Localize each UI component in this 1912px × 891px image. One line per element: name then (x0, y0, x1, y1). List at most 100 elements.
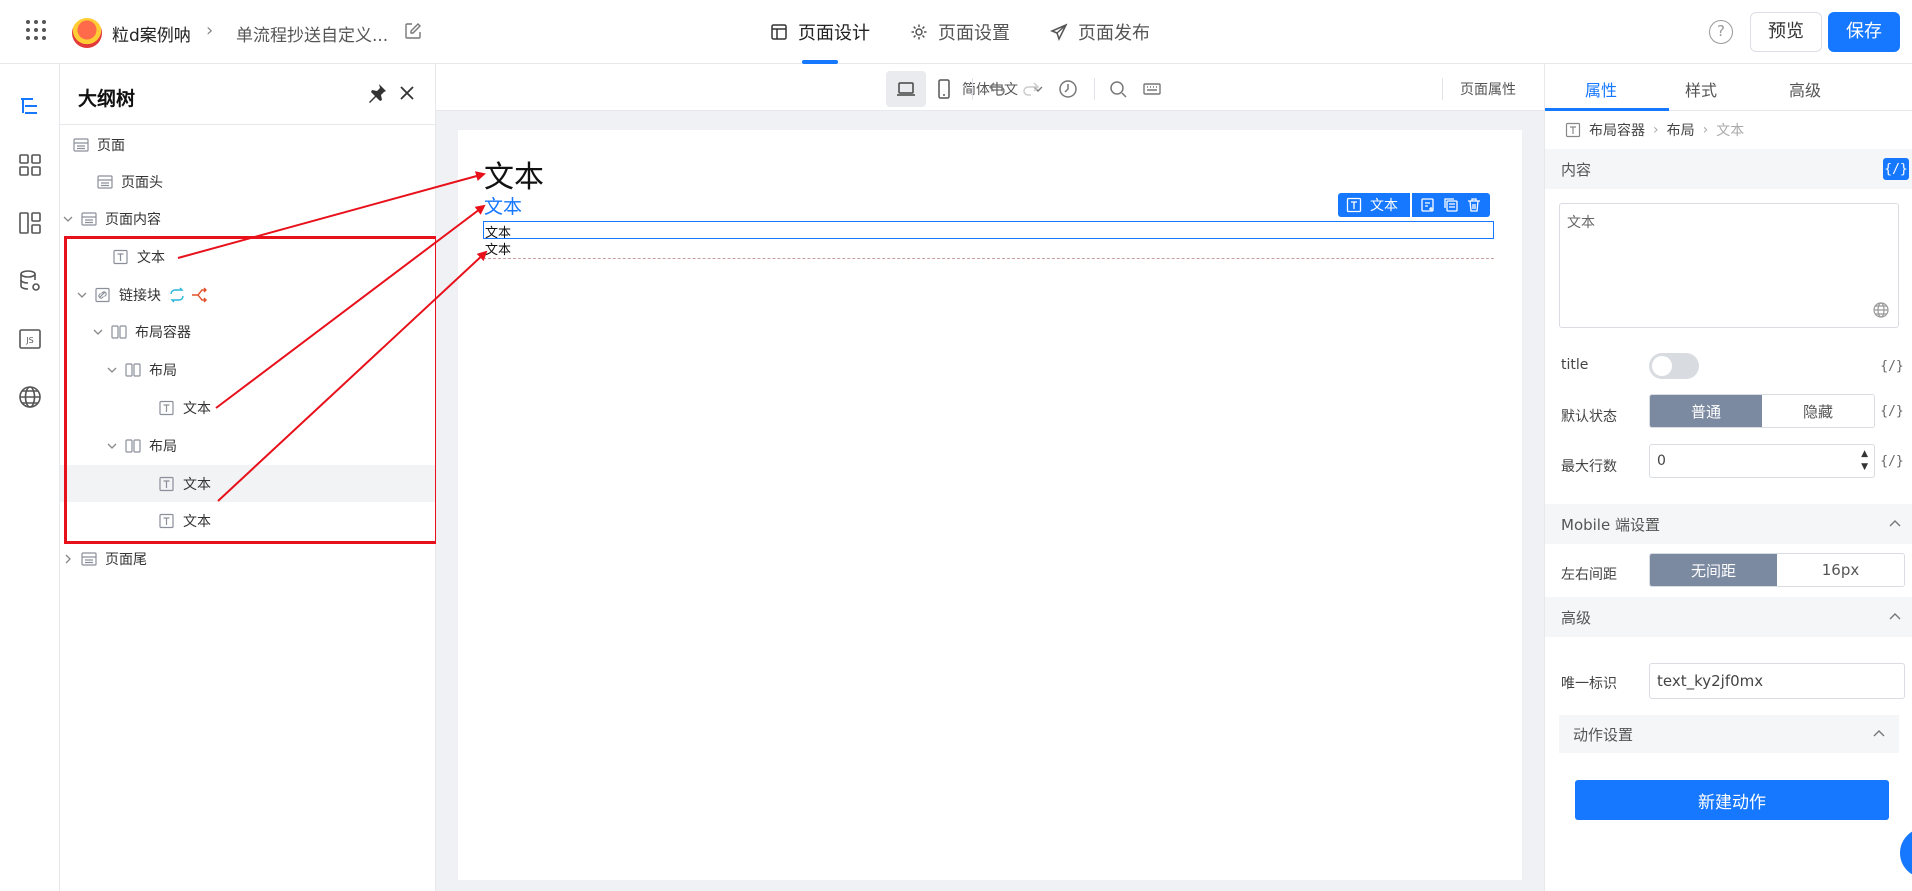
max-lines-input[interactable]: 0 ▲ ▼ (1649, 444, 1875, 478)
app-name[interactable]: 粒d案例呐 (112, 21, 191, 46)
chevron-right-icon: › (1702, 122, 1709, 138)
tree-node-label: 布局 (149, 362, 177, 379)
chevron-down-icon[interactable] (60, 211, 76, 227)
tree-node[interactable]: 布局容器 (60, 313, 436, 350)
uid-input[interactable]: text_ky2jf0mx (1649, 663, 1905, 699)
desktop-icon (897, 82, 915, 96)
segment-normal[interactable]: 普通 (1650, 395, 1762, 427)
tab-page-settings[interactable]: 页面设置 (910, 19, 1010, 45)
canvas-page[interactable]: 文本 文本 文本 文本 文本 (458, 130, 1522, 880)
undo-button[interactable] (976, 71, 1016, 107)
tab-page-publish[interactable]: 页面发布 (1050, 19, 1150, 45)
variable-binding-button[interactable]: {/} (1879, 400, 1905, 422)
canvas-text-row[interactable]: 文本 (485, 239, 511, 258)
templates-icon[interactable] (17, 210, 43, 236)
segment-hidden[interactable]: 隐藏 (1762, 395, 1874, 427)
selection-label[interactable]: 文本 (1338, 193, 1410, 217)
chevron-down-icon[interactable] (90, 324, 106, 340)
segment-no-padding[interactable]: 无间距 (1650, 554, 1777, 586)
tree-node[interactable]: 页面内容 (60, 200, 436, 237)
selection-label-text: 文本 (1370, 198, 1398, 214)
copy-icon[interactable] (1443, 197, 1459, 213)
add-component-icon[interactable] (1420, 197, 1436, 213)
chevron-down-icon[interactable] (104, 362, 120, 378)
page-attributes-button[interactable]: 页面属性 (1460, 79, 1516, 99)
mobile-view-button[interactable] (924, 71, 964, 107)
tree-node-label: 页面 (97, 137, 125, 154)
redo-button[interactable] (1012, 71, 1052, 107)
page-name[interactable]: 单流程抄送自定义... (236, 21, 388, 46)
tree-node[interactable]: 布局 (60, 351, 436, 388)
tree-node[interactable]: 文本 (60, 238, 436, 275)
pin-icon[interactable] (366, 82, 388, 104)
variable-binding-button[interactable]: {/} (1879, 450, 1905, 472)
tree-node[interactable]: 页面 (60, 126, 436, 163)
chevron-down-icon[interactable] (104, 438, 120, 454)
history-button[interactable] (1048, 71, 1088, 107)
tree-node-label: 页面尾 (105, 551, 147, 568)
breadcrumb-item[interactable]: 布局容器 (1589, 120, 1645, 140)
tab-page-design[interactable]: 页面设计 (770, 19, 870, 45)
keyboard-button[interactable] (1132, 71, 1172, 107)
tree-node[interactable]: 布局 (60, 427, 436, 464)
chevron-right-icon: › (1653, 122, 1659, 138)
app-grid-icon[interactable] (26, 20, 50, 44)
page-icon (80, 211, 105, 227)
title-toggle[interactable] (1649, 353, 1699, 379)
chevron-right-icon: › (206, 20, 214, 41)
variable-binding-button[interactable]: {/} (1883, 158, 1909, 180)
variable-binding-button[interactable]: {/} (1879, 355, 1905, 377)
tree-node[interactable]: 链接块 (60, 276, 436, 313)
chevron-down-icon[interactable] (74, 287, 90, 303)
tab-style[interactable]: 样式 (1685, 77, 1717, 101)
uid-label: 唯一标识 (1561, 676, 1617, 692)
content-textarea[interactable]: 文本 (1559, 203, 1899, 328)
tree-node[interactable]: 文本 (60, 389, 436, 426)
advanced-section-header[interactable]: 高级 (1545, 597, 1912, 637)
datasource-icon[interactable] (17, 268, 43, 294)
chevron-up-icon (1889, 613, 1901, 620)
tree-node[interactable]: 文本 (60, 502, 436, 539)
tree-node[interactable]: 页面头 (60, 163, 436, 200)
redo-icon (1023, 82, 1040, 96)
section-title: Mobile 端设置 (1561, 515, 1660, 534)
send-icon (1050, 23, 1068, 41)
panel-title: 大纲树 (78, 88, 136, 110)
app-logo (72, 18, 102, 48)
canvas-link-text[interactable]: 文本 (484, 192, 522, 219)
new-action-button[interactable]: 新建动作 (1575, 780, 1889, 820)
edit-icon[interactable] (404, 22, 422, 40)
close-icon[interactable] (396, 82, 418, 104)
tree-node-label: 布局容器 (135, 324, 191, 341)
stepper-arrows[interactable]: ▲ ▼ (1861, 448, 1868, 474)
tab-advanced[interactable]: 高级 (1789, 77, 1821, 101)
breadcrumb-current: 文本 (1716, 123, 1745, 139)
chevron-right-icon[interactable] (60, 551, 76, 567)
tree-node[interactable]: 文本 (60, 465, 436, 502)
text-icon (158, 400, 183, 416)
active-tab-indicator (1545, 108, 1669, 111)
branch-icon (192, 287, 207, 302)
trash-icon[interactable] (1466, 197, 1482, 213)
help-icon[interactable]: ? (1709, 20, 1733, 44)
toggle-knob (1652, 356, 1672, 376)
text-icon (1346, 197, 1362, 213)
properties-panel: 属性 样式 高级 布局容器 › 布局 › 文本 内容 {/} 文本 title … (1544, 64, 1912, 891)
mobile-section-header[interactable]: Mobile 端设置 (1545, 504, 1912, 544)
breadcrumb-item[interactable]: 布局 (1667, 120, 1695, 140)
preview-button[interactable]: 预览 (1750, 12, 1822, 52)
outline-tree-icon[interactable] (17, 94, 43, 120)
js-icon[interactable]: JS (17, 326, 43, 352)
gear-icon (911, 24, 927, 40)
desktop-view-button[interactable] (886, 71, 926, 107)
segment-16px[interactable]: 16px (1777, 554, 1904, 586)
tree-node[interactable]: 页面尾 (60, 540, 436, 577)
tab-properties[interactable]: 属性 (1585, 77, 1617, 101)
globe-icon[interactable] (1872, 301, 1890, 319)
globe-icon[interactable] (17, 384, 43, 410)
action-section-header[interactable]: 动作设置 (1559, 715, 1899, 753)
outline-tree-panel: 大纲树 页面 页面头 页面内容 文本 链接块 布局容器 布局 文本 布局 文本 文本 页面尾 (60, 64, 436, 891)
components-grid-icon[interactable] (17, 152, 43, 178)
canvas-text-heading[interactable]: 文本 (484, 152, 544, 196)
save-button[interactable]: 保存 (1828, 12, 1900, 52)
